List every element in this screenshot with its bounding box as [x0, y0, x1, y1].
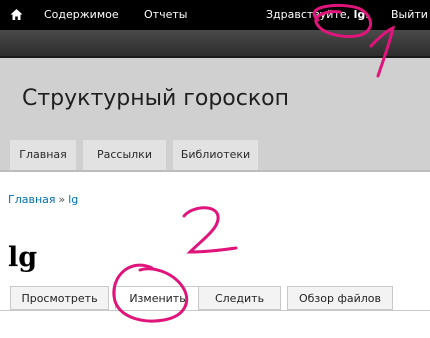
page-title: lg — [8, 242, 38, 273]
site-name[interactable]: Структурный гороскоп — [22, 86, 289, 111]
annotation-mark-2 — [182, 206, 238, 254]
breadcrumb-current-link[interactable]: lg — [68, 193, 78, 206]
toolbar-greeting: Здравствуйте, lg. — [266, 8, 369, 21]
greeting-suffix: . — [365, 8, 369, 21]
breadcrumb-home-link[interactable]: Главная — [8, 193, 56, 206]
primary-tab-newsletters[interactable]: Рассылки — [83, 140, 166, 170]
primary-tab-home[interactable]: Главная — [10, 140, 76, 170]
toolbar-reports-link[interactable]: Отчеты — [144, 8, 187, 21]
logout-link[interactable]: Выйти — [391, 8, 428, 21]
divider — [0, 310, 430, 311]
toolbar-shadow — [0, 30, 430, 58]
primary-tab-libraries[interactable]: Библиотеки — [173, 140, 258, 170]
admin-toolbar: Содержимое Отчеты Здравствуйте, lg. Выйт… — [0, 0, 430, 30]
tab-track[interactable]: Следить — [198, 286, 281, 310]
toolbar-username[interactable]: lg — [354, 8, 366, 21]
greeting-prefix: Здравствуйте, — [266, 8, 354, 21]
tab-edit[interactable]: Изменить — [115, 286, 200, 310]
divider — [0, 170, 430, 172]
tab-view[interactable]: Просмотреть — [10, 286, 109, 310]
toolbar-content-link[interactable]: Содержимое — [44, 8, 119, 21]
home-icon[interactable] — [10, 8, 23, 21]
tab-file-browser[interactable]: Обзор файлов — [287, 286, 393, 310]
site-header: Структурный гороскоп Главная Рассылки Би… — [0, 58, 430, 170]
breadcrumb-separator: » — [58, 193, 66, 206]
breadcrumb: Главная» lg — [8, 193, 78, 206]
